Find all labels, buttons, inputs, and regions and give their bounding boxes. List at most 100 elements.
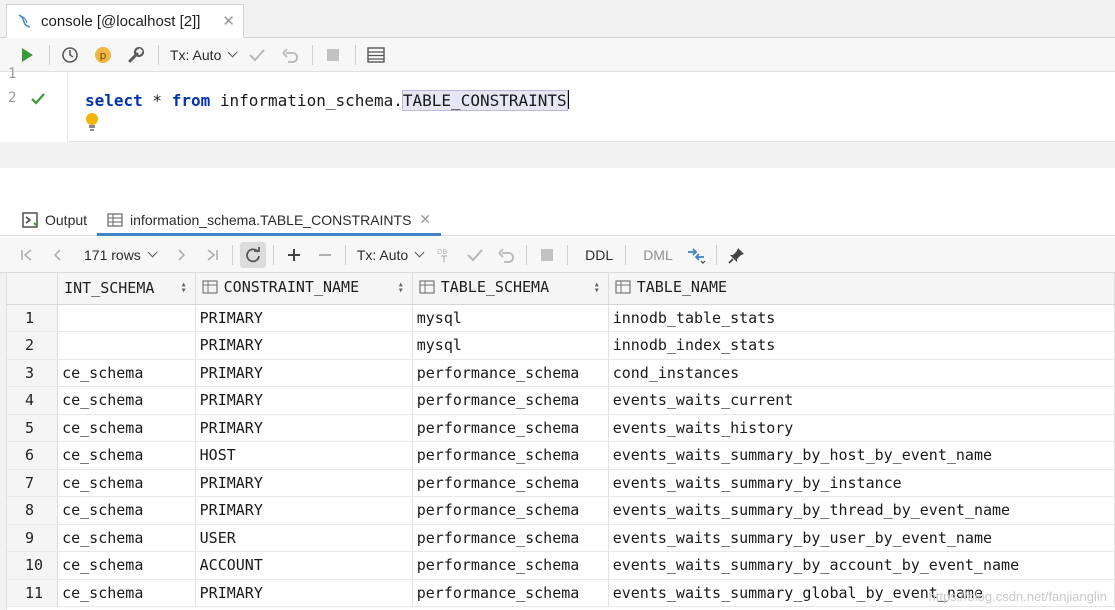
cell-table-name[interactable]: events_waits_summary_by_host_by_event_na… [608,441,1115,470]
cell-table-schema[interactable]: performance_schema [412,496,609,525]
results-grid[interactable]: INT_SCHEMA ▴ ▾ CONSTRAINT_NAME ▴ ▾ TABLE_SCH… [6,273,1115,610]
sort-icon[interactable]: ▴ ▾ [181,280,187,296]
table-row[interactable]: 6 ce_schema HOST performance_schema events_w… [7,441,1115,470]
keyword-select: select [85,91,143,110]
cell-table-name[interactable]: innodb_index_stats [608,331,1115,360]
cell-constraint-schema[interactable]: ce_schema [57,496,196,525]
last-page-button[interactable] [199,242,225,268]
history-button[interactable] [57,42,83,68]
table-row[interactable]: 2 PRIMARY mysql innodb_index_stats [7,331,1115,360]
cell-table-schema[interactable]: mysql [412,331,609,360]
table-row[interactable]: 9 ce_schema USER performance_schema events_w… [7,524,1115,552]
ddl-button[interactable]: DDL [585,247,613,263]
cell-table-name[interactable]: cond_instances [608,359,1115,387]
cell-table-schema[interactable]: mysql [412,304,609,332]
tx-mode-select[interactable]: Tx: Auto [170,47,238,63]
run-button[interactable] [14,42,40,68]
tab-result-set[interactable]: information_schema.TABLE_CONSTRAINTS ✕ [97,204,442,236]
cell-table-schema[interactable]: performance_schema [412,386,609,415]
first-page-button[interactable] [14,242,40,268]
results-tx-mode-select[interactable]: Tx: Auto [357,247,425,263]
cell-constraint-name[interactable]: HOST [195,441,413,470]
submit-button[interactable] [462,242,488,268]
sort-icon[interactable]: ▴ ▾ [594,280,600,296]
lightbulb-icon[interactable] [85,112,99,132]
column-icon [615,280,631,298]
cell-constraint-name[interactable]: PRIMARY [195,331,413,360]
clock-icon [62,46,78,63]
cell-table-name[interactable]: events_waits_summary_by_instance [608,469,1115,497]
cell-table-name[interactable]: events_waits_history [608,414,1115,442]
column-header-constraint-schema[interactable]: INT_SCHEMA ▴ ▾ [57,273,196,305]
sql-editor[interactable]: 1 2 select * from information_schema.TAB… [0,66,1115,142]
cell-constraint-name[interactable]: PRIMARY [195,386,413,415]
delete-row-button[interactable] [312,242,338,268]
cell-constraint-schema[interactable]: ce_schema [57,414,196,442]
cell-constraint-schema[interactable]: ce_schema [57,469,196,497]
cell-constraint-name[interactable]: USER [195,524,413,552]
stop-button[interactable] [320,42,346,68]
close-icon[interactable]: ✕ [222,12,235,30]
cell-constraint-schema[interactable] [57,331,196,360]
cell-constraint-name[interactable]: PRIMARY [195,469,413,497]
table-row[interactable]: 8 ce_schema PRIMARY performance_schema event… [7,496,1115,525]
cell-table-name[interactable]: innodb_table_stats [608,304,1115,332]
toolbar-separator [158,44,159,65]
cell-table-schema[interactable]: performance_schema [412,414,609,442]
cell-table-schema[interactable]: performance_schema [412,359,609,387]
explain-plan-button[interactable]: p [90,42,116,68]
column-header-table-schema[interactable]: TABLE_SCHEMA ▴ ▾ [412,273,609,305]
table-row[interactable]: 4 ce_schema PRIMARY performance_schema event… [7,386,1115,415]
cell-constraint-name[interactable]: PRIMARY [195,579,413,607]
cell-constraint-name[interactable]: PRIMARY [195,304,413,332]
table-row[interactable]: 1 PRIMARY mysql innodb_table_stats [7,304,1115,332]
table-row[interactable]: 3 ce_schema PRIMARY performance_schema cond_… [7,359,1115,387]
settings-button[interactable] [123,42,149,68]
revert-button[interactable] [493,242,519,268]
cell-table-schema[interactable]: performance_schema [412,524,609,552]
sql-code-line[interactable]: select * from information_schema.TABLE_C… [85,90,569,111]
cell-table-name[interactable]: events_waits_summary_by_thread_by_event_… [608,496,1115,525]
rollback-button[interactable] [277,42,303,68]
cell-constraint-schema[interactable]: ce_schema [57,551,196,580]
pin-button[interactable] [724,242,750,268]
cell-constraint-name[interactable]: PRIMARY [195,414,413,442]
tab-output[interactable]: Output [12,204,97,236]
cell-constraint-schema[interactable]: ce_schema [57,386,196,415]
add-row-button[interactable] [281,242,307,268]
column-header-constraint-name[interactable]: CONSTRAINT_NAME ▴ ▾ [195,273,413,305]
cell-constraint-name[interactable]: PRIMARY [195,359,413,387]
cancel-query-button[interactable] [534,242,560,268]
cell-table-name[interactable]: events_waits_current [608,386,1115,415]
cell-table-schema[interactable]: performance_schema [412,441,609,470]
table-row[interactable]: 10 ce_schema ACCOUNT performance_schema even… [7,551,1115,580]
cell-table-schema[interactable]: performance_schema [412,579,609,607]
cell-constraint-schema[interactable]: ce_schema [57,579,196,607]
cell-constraint-name[interactable]: PRIMARY [195,496,413,525]
prev-page-button[interactable] [45,242,71,268]
sort-icon[interactable]: ▴ ▾ [398,280,404,296]
compare-button[interactable] [683,242,709,268]
cell-constraint-schema[interactable]: ce_schema [57,441,196,470]
cell-table-name[interactable]: events_waits_summary_by_account_by_event… [608,551,1115,580]
cell-constraint-schema[interactable] [57,304,196,332]
editor-toolbar: p Tx: Auto [0,38,1115,72]
cell-table-schema[interactable]: performance_schema [412,469,609,497]
cell-constraint-schema[interactable]: ce_schema [57,359,196,387]
next-page-button[interactable] [168,242,194,268]
cell-constraint-schema[interactable]: ce_schema [57,524,196,552]
tab-console[interactable]: console [@localhost [2]] ✕ [6,4,244,38]
cell-table-name[interactable]: events_waits_summary_by_user_by_event_na… [608,524,1115,552]
table-row[interactable]: 5 ce_schema PRIMARY performance_schema event… [7,414,1115,442]
table-row[interactable]: 7 ce_schema PRIMARY performance_schema event… [7,469,1115,497]
close-icon[interactable]: ✕ [419,211,431,228]
column-header-table-name[interactable]: TABLE_NAME [608,273,1115,305]
db-commit-button[interactable]: DB [431,242,457,268]
cell-table-schema[interactable]: performance_schema [412,551,609,580]
page-size-select[interactable]: 171 rows [84,247,158,263]
dml-button[interactable]: DML [643,247,673,263]
cell-constraint-name[interactable]: ACCOUNT [195,551,413,580]
commit-button[interactable] [244,42,270,68]
refresh-button[interactable] [239,241,266,268]
layout-button[interactable] [363,42,389,68]
